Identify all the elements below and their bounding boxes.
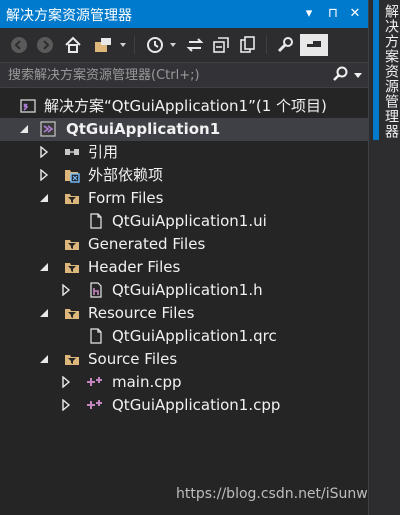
external-deps-icon [64,167,80,183]
window-menu-button[interactable]: ▾ [300,4,318,24]
tree-item-file[interactable]: main.cpp [0,371,368,394]
expanded-arrow-icon[interactable] [38,307,50,319]
solution-icon [20,98,36,114]
tree-item-generated-files[interactable]: Generated Files [0,233,368,256]
active-tab-indicator [373,0,379,140]
search-options-caret[interactable] [354,73,362,78]
pending-changes-filter-button[interactable] [144,34,166,56]
tree-item-references[interactable]: 引用 [0,141,368,164]
clock-icon [147,37,163,53]
cpp-file-icon [86,374,102,390]
expanded-arrow-icon[interactable] [38,192,50,204]
tree-item-label: Source Files [88,350,178,368]
tree-item-label: QtGuiApplication1 [66,120,221,138]
properties-button[interactable] [274,34,296,56]
toolbar [0,28,368,62]
search-input[interactable] [4,64,332,86]
close-button[interactable]: ✕ [346,4,364,24]
tree-item-project[interactable]: QtGuiApplication1 [0,118,368,141]
file-icon [88,328,104,344]
search-box[interactable] [0,62,368,88]
tree-item-file[interactable]: QtGuiApplication1.qrc [0,325,368,348]
collapsed-arrow-icon[interactable] [38,168,50,182]
watermark-text: https://blog.csdn.net/iSunwish [176,486,388,502]
tree-item-label: Resource Files [88,304,195,322]
toolbar-separator [134,36,135,54]
filter-dropdown-caret[interactable] [170,43,176,47]
tree-item-form-files[interactable]: Form Files [0,187,368,210]
solution-explorer-side-tab[interactable]: 解决方案资源管理器 [368,0,400,515]
solution-explorer-panel: 解决方案资源管理器 ▾ ⊓ ✕ 搜索解决方案资源管理器(Ctrl+;) 解决方案… [0,0,388,515]
search-icon[interactable] [332,66,348,86]
tree-item-source-files[interactable]: Source Files [0,348,368,371]
home-icon [65,36,81,53]
filter-folder-icon [64,236,80,252]
show-all-files-button[interactable] [236,34,258,56]
collapsed-arrow-icon[interactable] [38,145,50,159]
expanded-arrow-icon[interactable] [18,123,30,135]
tree-item-label: 引用 [88,143,119,161]
tree-item-resource-files[interactable]: Resource Files [0,302,368,325]
tree-item-label: 解决方案“QtGuiApplication1”(1 个项目) [44,97,327,115]
side-tab-label: 解决方案资源管理器 [383,4,399,139]
expanded-arrow-icon[interactable] [38,353,50,365]
cpp-file-icon [86,397,102,413]
filter-folder-icon [64,351,80,367]
tree-item-label: QtGuiApplication1.ui [112,212,267,230]
wrench-icon [277,37,293,53]
preview-icon [307,41,321,47]
preview-selected-items-button[interactable] [300,34,328,56]
tree-item-label: Header Files [88,258,181,276]
header-file-icon [88,282,104,298]
tree-item-solution[interactable]: 解决方案“QtGuiApplication1”(1 个项目) [0,95,368,118]
window-title: 解决方案资源管理器 [6,8,132,24]
tree-item-label: Generated Files [88,235,206,253]
tree-item-label: QtGuiApplication1.cpp [112,396,281,414]
project-icon [40,121,56,137]
expanded-arrow-icon[interactable] [38,261,50,273]
tree-item-label: 外部依赖项 [88,166,164,184]
forward-arrow-icon [37,37,53,53]
sync-with-document-button[interactable] [184,34,206,56]
filter-folder-icon [64,259,80,275]
tree-item-label: main.cpp [112,373,182,391]
switch-views-dropdown-caret[interactable] [120,43,126,47]
tree-item-external-deps[interactable]: 外部依赖项 [0,164,368,187]
references-icon [64,144,80,160]
tree-item-file[interactable]: QtGuiApplication1.cpp [0,394,368,417]
tree-item-file[interactable]: QtGuiApplication1.h [0,279,368,302]
toolbar-separator [266,36,267,54]
sync-icon [186,38,204,52]
pin-button[interactable]: ⊓ [324,4,342,24]
home-button[interactable] [62,34,84,56]
tree-item-label: QtGuiApplication1.qrc [112,327,277,345]
file-icon [88,213,104,229]
collapsed-arrow-icon[interactable] [60,283,72,297]
switch-views-button[interactable] [92,34,114,56]
collapse-all-icon [213,37,229,53]
title-bar[interactable]: 解决方案资源管理器 ▾ ⊓ ✕ [0,0,368,28]
show-all-files-icon [240,36,255,53]
forward-button[interactable] [34,34,56,56]
collapsed-arrow-icon[interactable] [60,375,72,389]
collapse-all-button[interactable] [210,34,232,56]
tree-item-file[interactable]: QtGuiApplication1.ui [0,210,368,233]
filter-folder-icon [64,190,80,206]
tree-item-label: Form Files [88,189,164,207]
back-arrow-icon [11,37,27,53]
tree-item-header-files[interactable]: Header Files [0,256,368,279]
back-button[interactable] [8,34,30,56]
filter-folder-icon [64,305,80,321]
tree-item-label: QtGuiApplication1.h [112,281,263,299]
collapsed-arrow-icon[interactable] [60,398,72,412]
switch-views-icon [95,38,111,52]
